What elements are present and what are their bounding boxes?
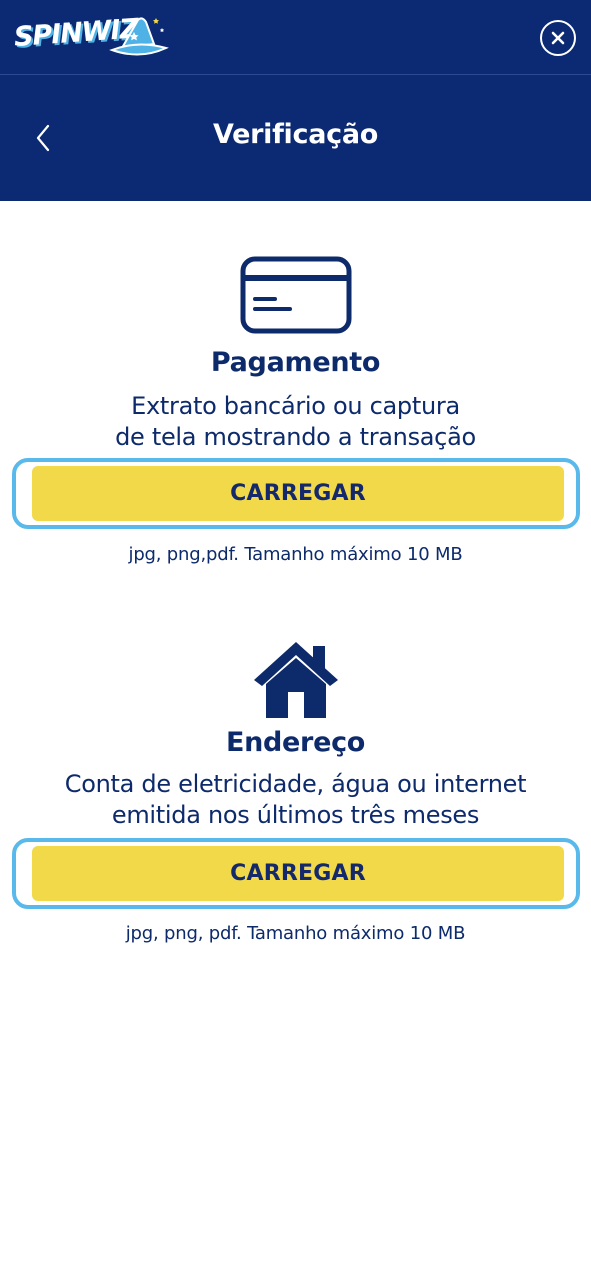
address-description-line2: emitida nos últimos três meses (111, 801, 480, 829)
payment-file-hint: jpg, png,pdf. Tamanho máximo 10 MB (128, 544, 463, 565)
title-bar: Verificação (0, 75, 591, 201)
credit-card-icon (240, 256, 351, 334)
address-upload-highlight: CARREGAR (12, 838, 580, 909)
payment-description-line1: Extrato bancário ou captura (131, 392, 460, 420)
app-header: SPINWIZ (0, 0, 591, 75)
house-icon (253, 642, 338, 718)
payment-description-line2: de tela mostrando a transação (115, 423, 476, 451)
close-button[interactable] (540, 20, 576, 56)
address-section: Endereço Conta de eletricidade, água ou … (0, 630, 591, 960)
payment-section: Pagamento Extrato bancário ou captura de… (0, 201, 591, 581)
payment-description: Extrato bancário ou captura de tela most… (0, 391, 591, 453)
address-heading: Endereço (225, 727, 366, 758)
payment-heading: Pagamento (210, 347, 381, 378)
address-description-line1: Conta de eletricidade, água ou internet (64, 770, 527, 798)
address-description: Conta de eletricidade, água ou internet … (0, 769, 591, 831)
wizard-hat-icon (109, 17, 169, 56)
address-upload-button[interactable]: CARREGAR (32, 846, 564, 901)
payment-upload-highlight: CARREGAR (12, 458, 580, 529)
address-file-hint: jpg, png, pdf. Tamanho máximo 10 MB (125, 923, 466, 944)
payment-upload-button[interactable]: CARREGAR (32, 466, 564, 521)
spinwiz-logo[interactable]: SPINWIZ (13, 13, 169, 64)
close-icon (551, 31, 565, 45)
page-title: Verificação (212, 119, 378, 150)
